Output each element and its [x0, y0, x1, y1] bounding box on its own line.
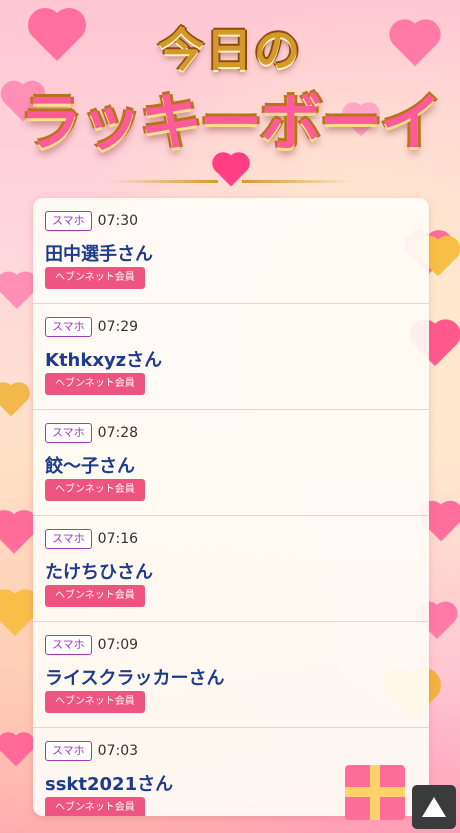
- list-item[interactable]: スマホ 07:16 たけちひさん ヘブンネット会員: [33, 516, 429, 622]
- item-meta: スマホ 07:28: [45, 423, 138, 443]
- device-badge: スマホ: [45, 529, 92, 549]
- member-badge: ヘブンネット会員: [45, 585, 145, 607]
- list-item[interactable]: スマホ 07:29 Kthkxyzさん ヘブンネット会員: [33, 304, 429, 410]
- device-badge: スマホ: [45, 741, 92, 761]
- device-badge: スマホ: [45, 423, 92, 443]
- device-badge: スマホ: [45, 211, 92, 231]
- user-name[interactable]: 餃〜子さん: [45, 452, 135, 478]
- item-meta: スマホ 07:03: [45, 741, 138, 761]
- list-item[interactable]: スマホ 07:30 田中選手さん ヘブンネット会員: [33, 198, 429, 304]
- scroll-to-top-button[interactable]: [412, 785, 456, 829]
- visit-time: 07:03: [97, 743, 139, 759]
- visit-time: 07:28: [97, 425, 139, 441]
- heart-decoration-icon: [0, 514, 34, 554]
- list-item[interactable]: スマホ 07:28 餃〜子さん ヘブンネット会員: [33, 410, 429, 516]
- member-badge: ヘブンネット会員: [45, 797, 145, 816]
- heart-decoration-icon: [0, 735, 32, 767]
- heart-decoration-icon: [0, 275, 34, 309]
- gift-box-icon: [345, 765, 405, 820]
- title-line1: 今日の: [158, 23, 302, 77]
- visit-time: 07:30: [97, 213, 139, 229]
- user-name[interactable]: ライスクラッカーさん: [45, 664, 224, 690]
- member-badge: ヘブンネット会員: [45, 479, 145, 501]
- ornament-line: [108, 180, 218, 183]
- user-name[interactable]: たけちひさん: [45, 558, 153, 584]
- ornament-line: [242, 180, 352, 183]
- user-name[interactable]: 田中選手さん: [45, 240, 153, 266]
- user-name[interactable]: sskt2021さん: [45, 770, 173, 796]
- list-item[interactable]: スマホ 07:09 ライスクラッカーさん ヘブンネット会員: [33, 622, 429, 728]
- member-badge: ヘブンネット会員: [45, 267, 145, 289]
- item-meta: スマホ 07:30: [45, 211, 138, 231]
- item-meta: スマホ 07:29: [45, 317, 138, 337]
- page-header: 今日の ラッキーボーイ: [0, 0, 460, 200]
- member-badge: ヘブンネット会員: [45, 691, 145, 713]
- visit-time: 07:29: [97, 319, 139, 335]
- visit-time: 07:16: [97, 531, 139, 547]
- heart-decoration-icon: [0, 593, 37, 637]
- visit-time: 07:09: [97, 637, 139, 653]
- heart-decoration-icon: [0, 385, 27, 417]
- item-meta: スマホ 07:09: [45, 635, 138, 655]
- item-meta: スマホ 07:16: [45, 529, 138, 549]
- device-badge: スマホ: [45, 317, 92, 337]
- lucky-boy-list: スマホ 07:30 田中選手さん ヘブンネット会員 スマホ 07:29 Kthk…: [33, 198, 429, 816]
- triangle-up-icon: [422, 797, 446, 817]
- member-badge: ヘブンネット会員: [45, 373, 145, 395]
- page-title: ラッキーボーイ: [19, 86, 442, 159]
- device-badge: スマホ: [45, 635, 92, 655]
- user-name[interactable]: Kthkxyzさん: [45, 346, 162, 372]
